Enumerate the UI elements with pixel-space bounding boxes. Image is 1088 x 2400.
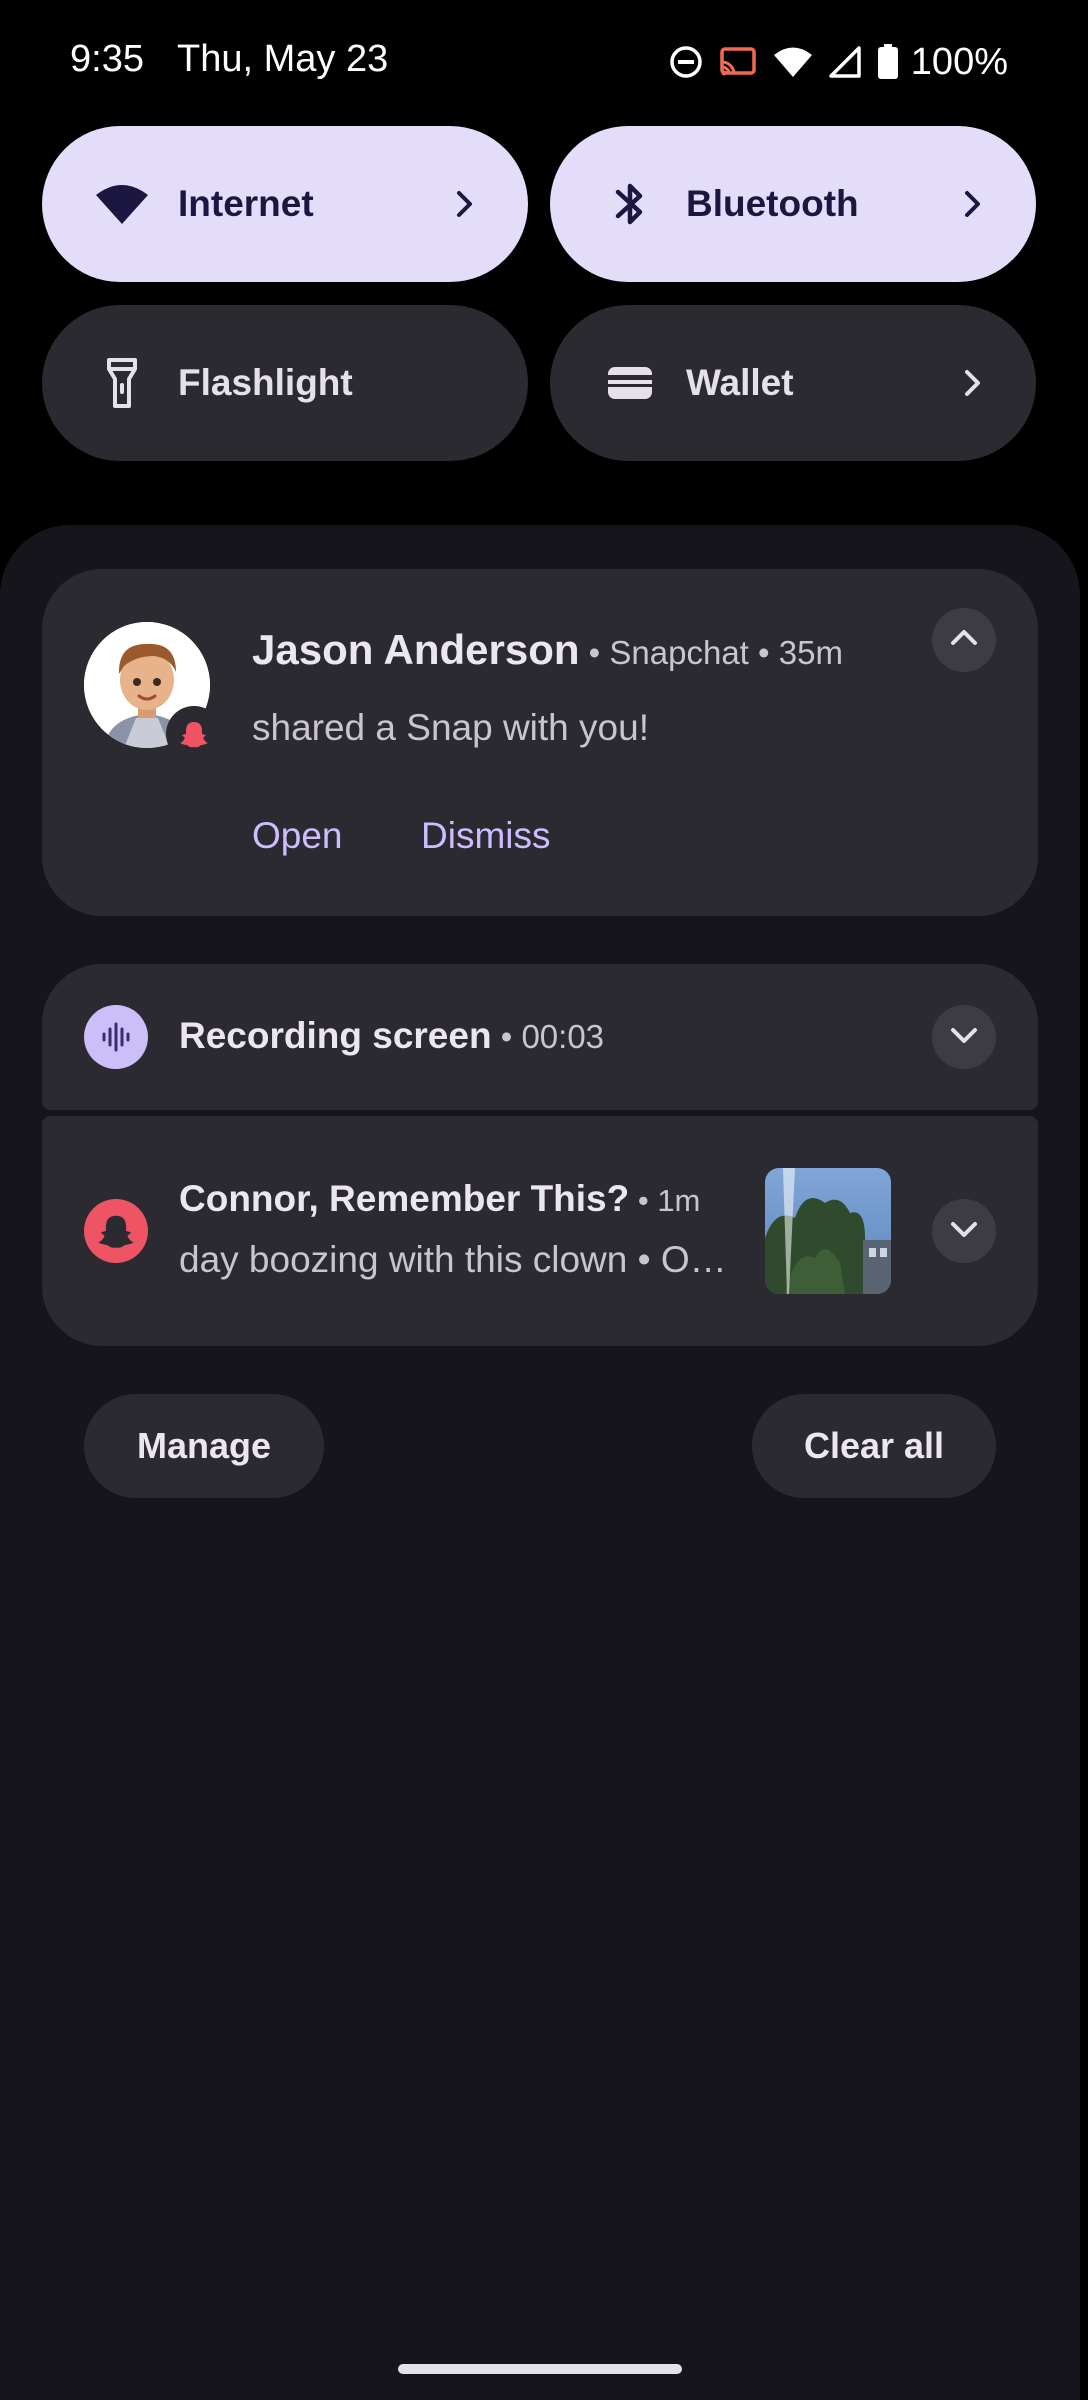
bluetooth-icon (602, 176, 658, 232)
battery-percentage: 100% (910, 40, 1008, 83)
notification-text: shared a Snap with you! (252, 707, 649, 748)
expand-button[interactable] (932, 1199, 996, 1263)
dismiss-button[interactable]: Dismiss (421, 815, 550, 857)
chevron-right-icon (446, 186, 482, 222)
snapchat-badge-icon (166, 706, 222, 762)
open-button[interactable]: Open (252, 815, 343, 857)
tile-label: Flashlight (178, 362, 353, 403)
tile-label: Internet (178, 183, 314, 224)
snapchat-icon (84, 1199, 148, 1263)
chevron-right-icon (954, 186, 990, 222)
wallet-icon (602, 355, 658, 411)
wifi-icon (94, 176, 150, 232)
clear-all-button[interactable]: Clear all (752, 1394, 996, 1498)
status-icons: 100% (669, 40, 1008, 84)
tile-bluetooth[interactable]: Bluetooth (550, 126, 1036, 282)
expand-button[interactable] (932, 1005, 996, 1069)
tile-internet[interactable]: Internet (42, 126, 528, 282)
memory-title: Connor, Remember This? • 1m (179, 1178, 700, 1220)
tile-label: Bluetooth (686, 183, 859, 224)
recording-timer: • 00:03 (491, 1018, 605, 1055)
cast-icon (719, 46, 757, 78)
wifi-icon (773, 46, 813, 78)
tile-flashlight[interactable]: Flashlight (42, 305, 528, 461)
flashlight-icon (94, 355, 150, 411)
manage-button[interactable]: Manage (84, 1394, 324, 1498)
status-bar: 9:35 Thu, May 23 100% (0, 0, 1088, 120)
tile-wallet[interactable]: Wallet (550, 305, 1036, 461)
memory-text: day boozing with this clown • O… (179, 1239, 727, 1280)
status-time: 9:35 (70, 38, 144, 80)
chevron-down-icon (946, 1017, 982, 1058)
recording-title: Recording screen • 00:03 (179, 1015, 604, 1057)
tile-label: Wallet (686, 362, 794, 403)
recording-label: Recording screen (179, 1015, 492, 1056)
battery-icon (877, 44, 899, 80)
memory-time: • 1m (629, 1183, 701, 1218)
chevron-right-icon (954, 365, 990, 401)
chevron-up-icon (946, 620, 982, 661)
chevron-down-icon (946, 1211, 982, 1252)
memory-title-text: Connor, Remember This? (179, 1178, 630, 1219)
signal-icon (829, 46, 861, 78)
sender-name: Jason Anderson (252, 626, 580, 673)
memory-thumbnail (765, 1168, 891, 1294)
notification-title: Jason Anderson • Snapchat • 35m (252, 626, 843, 674)
notification-meta: • Snapchat • 35m (579, 634, 843, 671)
do-not-disturb-icon (669, 45, 703, 79)
audio-wave-icon (84, 1005, 148, 1069)
status-date: Thu, May 23 (177, 38, 389, 80)
home-gesture-bar[interactable] (398, 2364, 682, 2374)
collapse-button[interactable] (932, 608, 996, 672)
